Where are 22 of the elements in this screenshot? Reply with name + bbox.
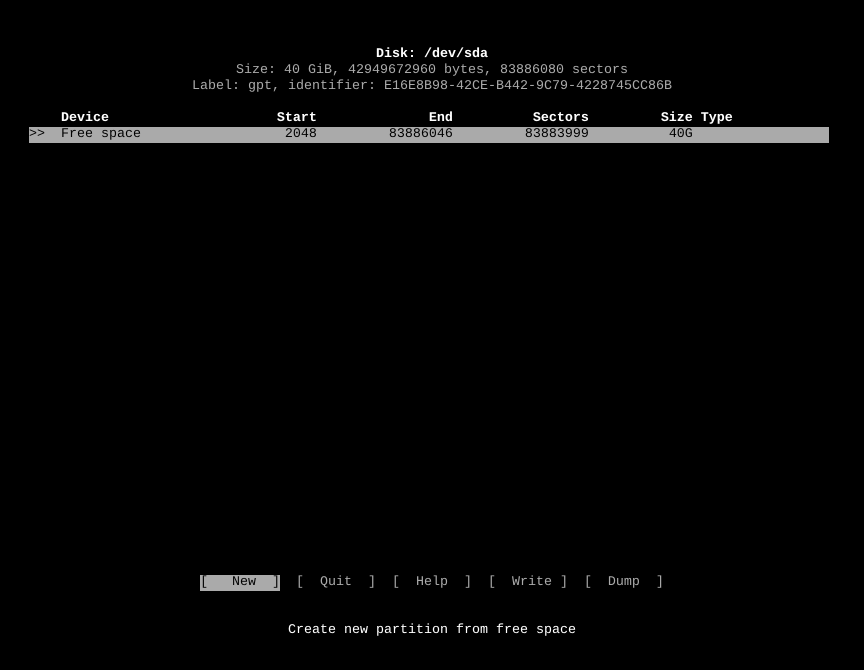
hint-text: Create new partition from free space [288,623,576,639]
column-header: End [428,111,453,127]
row-pointer: >> [29,127,46,143]
disk-size-info: Size: 40 GiB, 42949672960 bytes, 83886080 sectors [236,63,628,79]
menu-button[interactable]: [ Quit ] [296,575,376,591]
table-cell-text: 83883999 [524,127,589,143]
table-cell-text: Free space [60,127,142,143]
menu-button[interactable]: [ Write ] [488,575,568,591]
column-header: Start [276,111,317,127]
partition-row[interactable]: >> Free space 2048 83886046 83883999 40G [29,127,829,143]
menu-button[interactable]: [ Dump ] [584,575,664,591]
menu-button[interactable]: [ Help ] [392,575,472,591]
table-cell-text: 40G [668,127,693,143]
column-header: Type [700,111,733,127]
column-header: Device [60,111,110,127]
column-header: Sectors [532,111,589,127]
disk-title: Disk: /dev/sda [376,47,488,63]
column-header: Size [660,111,693,127]
disk-label-info: Label: gpt, identifier: E16E8B98-42CE-B442-9C79-4228745CC86B [192,79,672,95]
table-cell-text: 2048 [284,127,317,143]
table-cell-text: 83886046 [388,127,453,143]
menu-button[interactable]: [ New ] [200,575,280,591]
